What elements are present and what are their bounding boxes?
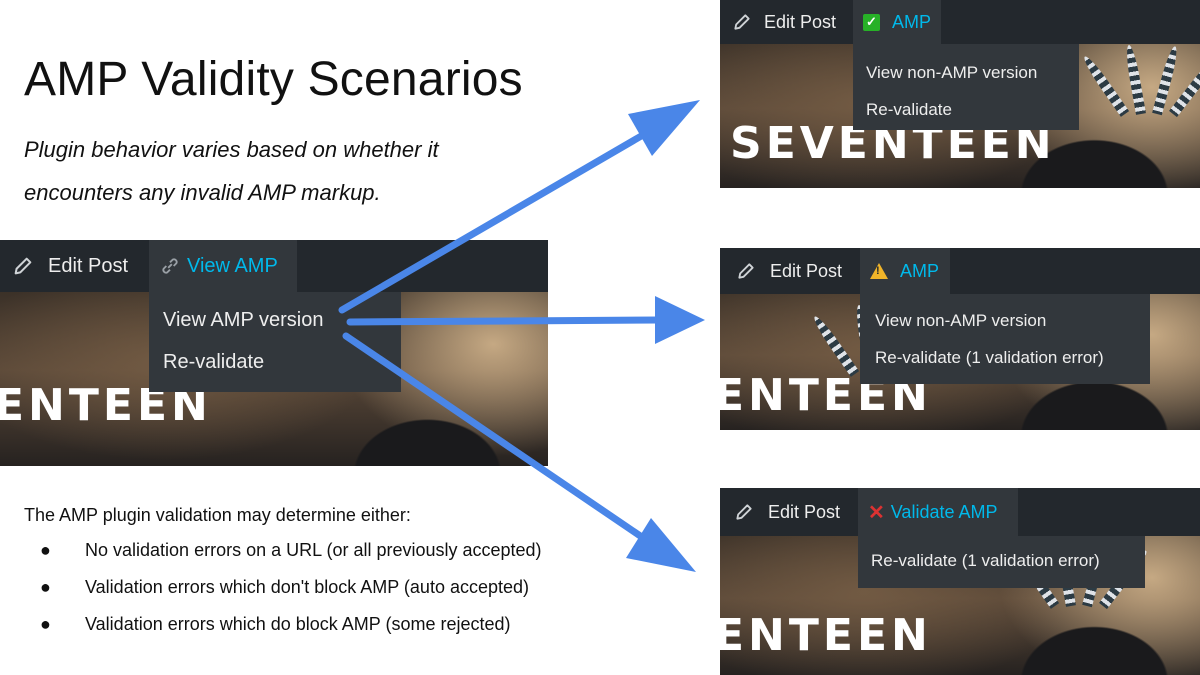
arrow-to-valid	[338, 124, 659, 314]
arrowhead-warning	[655, 296, 705, 344]
arrow-to-warning	[346, 316, 664, 326]
scenario-arrows	[338, 100, 705, 572]
arrowhead-error	[626, 518, 696, 572]
arrowhead-valid	[628, 100, 700, 156]
arrow-to-error	[342, 332, 662, 552]
